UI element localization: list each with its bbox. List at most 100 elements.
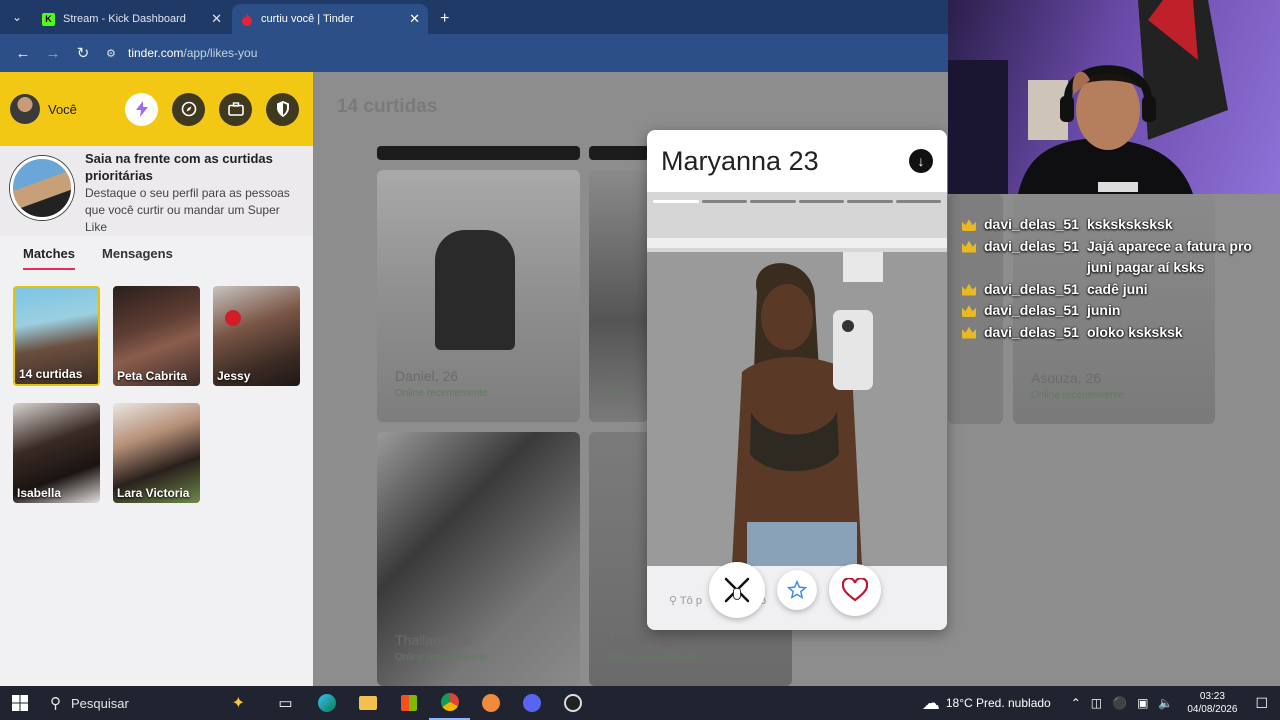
card-status: Onli [607,388,625,399]
like-card[interactable]: Thailane, 33 Online recentemente [377,432,580,686]
close-tab-icon[interactable]: ✕ [211,11,222,27]
like-card[interactable]: Mike Onli [589,170,649,422]
priority-likes-promo[interactable]: Saia na frente com as curtidas prioritár… [0,146,313,236]
search-label: Pesquisar [71,695,129,711]
discord-icon[interactable] [511,686,552,720]
address-bar: ← → ↻ ⚙ tinder.com/app/likes-you [0,34,948,72]
microphone-icon[interactable]: ⚫ [1112,696,1127,710]
sidebar-header: Você [0,72,313,146]
close-tab-icon[interactable]: ✕ [409,11,420,27]
date: 04/08/2026 [1187,704,1238,715]
like-card[interactable]: Daniel, 26 Online recentemente [377,170,580,422]
match-card[interactable]: Isabella [13,403,100,503]
streamer-webcam [948,0,1228,194]
browser-tab-bar: ⌄ K Stream - Kick Dashboard ✕ curtiu voc… [0,0,948,34]
profile-name[interactable]: Você [48,102,125,117]
card-status: Online recentemente [395,652,488,663]
card-status: Online recentemente [607,652,700,663]
file-explorer-icon[interactable] [347,686,388,720]
chevron-up-icon[interactable]: ⌃ [1071,696,1081,710]
chat-username: davi_delas_51 [984,237,1079,254]
tinder-sidebar: Você Saia na frente com as curtidas prio… [0,72,313,686]
chat-username: davi_delas_51 [984,216,1079,232]
forward-icon[interactable]: → [38,45,68,62]
profile-modal: Maryanna 23 ↓ ⚲ Tô po [647,130,947,630]
shield-icon[interactable] [266,92,299,126]
tab-tinder[interactable]: curtiu você | Tinder ✕ [232,4,428,34]
start-button[interactable] [0,695,40,711]
volume-icon[interactable]: 🔈 [1158,696,1173,710]
photo-indicator[interactable] [701,200,747,203]
chat-text: junin [1086,302,1121,318]
chat-message: davi_delas_51 oloko ksksksk [962,322,1280,344]
promo-title: Saia na frente com as curtidas prioritár… [85,151,273,183]
search-icon: ⚲ [50,695,61,712]
card-name: Mike [607,368,637,384]
app-icon[interactable] [470,686,511,720]
boost-icon[interactable] [125,92,158,126]
person-silhouette [435,230,515,350]
chat-text: ksksksksksk [1086,216,1173,232]
reload-icon[interactable]: ↻ [68,44,98,62]
url-input[interactable]: ⚙ tinder.com/app/likes-you [106,39,948,67]
crown-icon [962,305,976,317]
star-icon [787,580,807,600]
clock[interactable]: 03:23 04/08/2026 [1187,690,1237,716]
likes-you-card[interactable]: 14 curtidas [13,286,100,386]
promo-avatar [10,156,74,220]
crown-icon [962,326,976,339]
super-like-button[interactable] [777,570,817,610]
explore-icon[interactable] [172,92,205,126]
profile-photo[interactable] [647,192,947,566]
chat-message: davi_delas_51 Jajá aparece a fatura pro j… [962,236,1280,279]
tab-kick-dashboard[interactable]: K Stream - Kick Dashboard ✕ [34,4,230,34]
photo-indicator[interactable] [895,200,941,203]
match-card[interactable]: Jessy [213,286,300,386]
tab-matches[interactable]: Matches [23,246,76,270]
back-icon[interactable]: ← [8,45,38,62]
matches-grid: 14 curtidas Peta Cabrita Jessy Isabella … [0,270,313,503]
cloud-icon: ☁ [921,692,940,713]
match-card[interactable]: Lara Victoria [113,403,200,503]
crown-icon [962,219,976,231]
crown-icon [962,283,976,296]
photo-indicator[interactable] [847,200,893,203]
profile-header: Maryanna 23 ↓ [647,130,947,192]
chat-username: davi_delas_51 [984,280,1079,297]
obs-icon[interactable] [552,686,593,720]
edge-icon[interactable] [306,686,347,720]
device-icon[interactable]: ◫ [1091,696,1102,710]
chat-text: oloko ksksksk [1086,323,1183,340]
page-title: 14 curtidas [337,96,438,117]
collapse-profile-icon[interactable]: ↓ [909,149,933,173]
network-icon[interactable]: ▣ [1137,696,1148,710]
card-strip [377,146,580,160]
match-card[interactable]: Peta Cabrita [113,286,200,386]
store-icon[interactable] [388,686,429,720]
photo-indicator[interactable] [653,200,699,203]
photo-indicator[interactable] [798,200,844,203]
search-icon: ⚲ [669,595,678,607]
sidebar-tabs: Matches Mensagens [0,236,313,270]
tab-search-chevron-icon[interactable]: ⌄ [0,0,34,34]
task-view-icon[interactable]: ▭ [265,686,306,720]
tab-title: curtiu você | Tinder [261,13,354,25]
weather-widget[interactable]: ☁ 18°C Pred. nublado [922,693,1051,714]
site-info-icon[interactable]: ⚙ [106,47,120,60]
taskbar-search[interactable]: ⚲ Pesquisar ✦ [40,693,265,713]
card-name: Asouza, 26 [1031,370,1102,386]
chrome-icon[interactable] [429,686,470,720]
photo-progress [653,200,941,203]
tab-messages[interactable]: Mensagens [102,246,173,270]
briefcase-icon[interactable] [219,92,252,126]
sparkle-icon: ✦ [231,695,245,712]
new-tab-icon[interactable]: + [430,10,459,34]
weather-text: 18°C Pred. nublado [945,696,1051,710]
match-label: Peta Cabrita [117,369,188,383]
photo-indicator[interactable] [750,200,796,203]
card-status: Online recentemente [1031,390,1124,401]
card-name: Daniel, 26 [395,368,459,384]
avatar[interactable] [10,94,40,124]
notification-icon[interactable]: ☐ [1255,695,1268,712]
like-button[interactable] [829,564,881,616]
